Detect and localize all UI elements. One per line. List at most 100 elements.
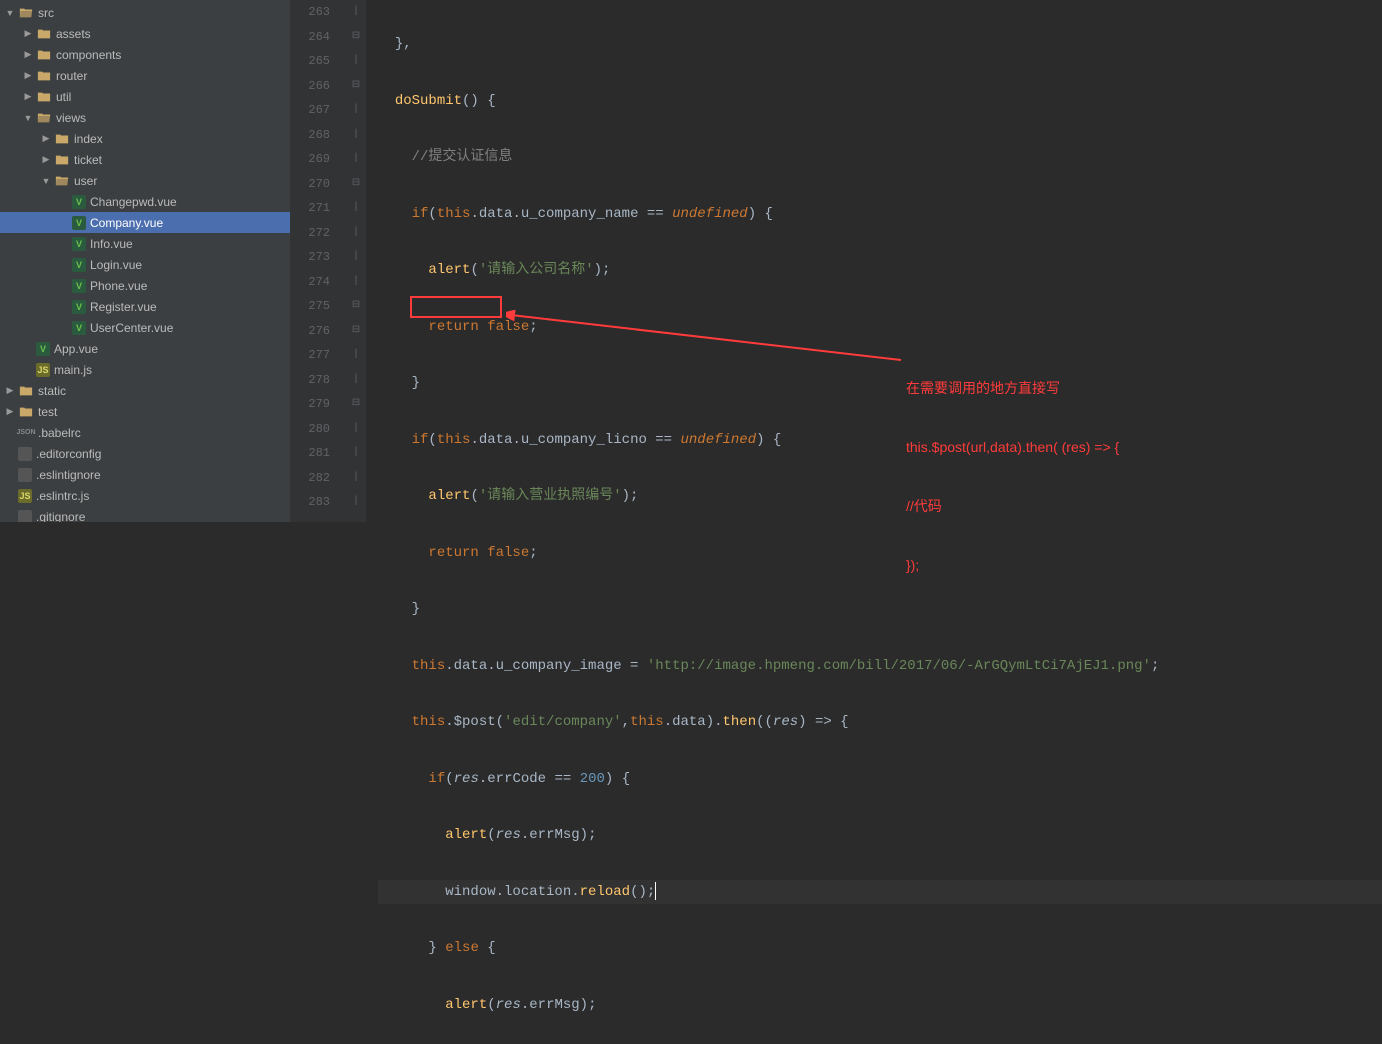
expand-arrow xyxy=(58,217,70,229)
tree-item-label: util xyxy=(56,90,71,104)
line-number: 272 xyxy=(290,221,330,246)
line-number: 276 xyxy=(290,319,330,344)
fold-marker[interactable] xyxy=(352,80,360,91)
line-number: 269 xyxy=(290,147,330,172)
expand-arrow[interactable] xyxy=(40,133,52,145)
folder-icon xyxy=(18,404,34,420)
tree-item-label: components xyxy=(56,48,121,62)
folder-icon xyxy=(18,383,34,399)
fold-marker xyxy=(353,104,359,115)
expand-arrow[interactable] xyxy=(22,28,34,40)
tree-item-assets[interactable]: assets xyxy=(0,23,290,44)
fold-marker xyxy=(353,276,359,287)
tree-item-usercenter-vue[interactable]: VUserCenter.vue xyxy=(0,317,290,338)
fold-marker[interactable] xyxy=(352,178,360,189)
line-number: 270 xyxy=(290,172,330,197)
file-tree-sidebar[interactable]: srcassets components router util views index t… xyxy=(0,0,290,522)
tree-item--gitignore[interactable]: .gitignore xyxy=(0,506,290,522)
code-area[interactable]: }, doSubmit() { //提交认证信息 if(this.data.u_… xyxy=(366,0,1382,522)
tree-item-login-vue[interactable]: VLogin.vue xyxy=(0,254,290,275)
line-number: 267 xyxy=(290,98,330,123)
tree-item-router[interactable]: router xyxy=(0,65,290,86)
expand-arrow xyxy=(4,490,16,502)
line-number: 266 xyxy=(290,74,330,99)
folder-icon xyxy=(36,89,52,105)
fold-marker xyxy=(353,496,359,507)
tree-item-info-vue[interactable]: VInfo.vue xyxy=(0,233,290,254)
line-number: 282 xyxy=(290,466,330,491)
expand-arrow xyxy=(22,364,34,376)
tree-item-app-vue[interactable]: VApp.vue xyxy=(0,338,290,359)
folder-icon xyxy=(54,131,70,147)
tree-item-changepwd-vue[interactable]: V Changepwd.vue xyxy=(0,191,290,212)
tree-item-static[interactable]: static xyxy=(0,380,290,401)
expand-arrow[interactable] xyxy=(4,7,16,19)
vue-icon: V xyxy=(72,195,86,209)
expand-arrow[interactable] xyxy=(22,112,34,124)
fold-marker xyxy=(353,374,359,385)
tree-item-src[interactable]: src xyxy=(0,2,290,23)
expand-arrow xyxy=(4,427,16,439)
fold-marker[interactable] xyxy=(352,325,360,336)
generic-icon xyxy=(18,510,32,523)
expand-arrow[interactable] xyxy=(4,385,16,397)
expand-arrow[interactable] xyxy=(22,91,34,103)
line-number: 277 xyxy=(290,343,330,368)
expand-arrow[interactable] xyxy=(22,49,34,61)
tree-item-label: Info.vue xyxy=(90,237,133,251)
expand-arrow[interactable] xyxy=(22,70,34,82)
fold-marker xyxy=(353,472,359,483)
tree-item-label: main.js xyxy=(54,363,92,377)
fold-marker xyxy=(353,6,359,17)
fold-marker[interactable] xyxy=(352,31,360,42)
expand-arrow xyxy=(58,322,70,334)
expand-arrow[interactable] xyxy=(40,175,52,187)
tree-item--eslintrc-js[interactable]: JS.eslintrc.js xyxy=(0,485,290,506)
line-number-gutter: 2632642652662672682692702712722732742752… xyxy=(290,0,346,522)
folder-icon xyxy=(54,152,70,168)
tree-item-util[interactable]: util xyxy=(0,86,290,107)
tree-item--eslintignore[interactable]: .eslintignore xyxy=(0,464,290,485)
tree-item-company-vue[interactable]: VCompany.vue xyxy=(0,212,290,233)
generic-icon xyxy=(18,468,32,482)
tree-item-label: user xyxy=(74,174,97,188)
tree-item-views[interactable]: views xyxy=(0,107,290,128)
tree-item-phone-vue[interactable]: VPhone.vue xyxy=(0,275,290,296)
tree-item-ticket[interactable]: ticket xyxy=(0,149,290,170)
tree-item-label: index xyxy=(74,132,103,146)
expand-arrow xyxy=(58,238,70,250)
line-number: 273 xyxy=(290,245,330,270)
line-number: 280 xyxy=(290,417,330,442)
tree-item-test[interactable]: test xyxy=(0,401,290,422)
expand-arrow[interactable] xyxy=(4,406,16,418)
expand-arrow[interactable] xyxy=(40,154,52,166)
tree-item-user[interactable]: user xyxy=(0,170,290,191)
code-editor[interactable]: 2632642652662672682692702712722732742752… xyxy=(290,0,1382,522)
generic-icon xyxy=(18,447,32,461)
fold-marker xyxy=(353,153,359,164)
line-number: 264 xyxy=(290,25,330,50)
fold-marker xyxy=(353,202,359,213)
tree-item-components[interactable]: components xyxy=(0,44,290,65)
tree-item-index[interactable]: index xyxy=(0,128,290,149)
fold-marker xyxy=(353,129,359,140)
folder-open-icon xyxy=(18,5,34,21)
tree-item-register-vue[interactable]: VRegister.vue xyxy=(0,296,290,317)
line-number: 281 xyxy=(290,441,330,466)
tree-item-label: .eslintignore xyxy=(36,468,101,482)
folder-icon xyxy=(36,26,52,42)
expand-arrow xyxy=(22,343,34,355)
fold-marker[interactable] xyxy=(352,300,360,311)
vue-icon: V xyxy=(72,279,86,293)
fold-gutter[interactable] xyxy=(346,0,366,522)
vue-icon: V xyxy=(72,258,86,272)
vue-icon: V xyxy=(36,342,50,356)
current-line[interactable]: window.location.reload(); xyxy=(378,880,1382,905)
folder-icon xyxy=(36,68,52,84)
tree-item-label: Changepwd.vue xyxy=(90,195,177,209)
js-icon: JS xyxy=(18,489,32,503)
fold-marker[interactable] xyxy=(352,398,360,409)
tree-item--editorconfig[interactable]: .editorconfig xyxy=(0,443,290,464)
tree-item-main-js[interactable]: JSmain.js xyxy=(0,359,290,380)
tree-item--babelrc[interactable]: JSON.babelrc xyxy=(0,422,290,443)
